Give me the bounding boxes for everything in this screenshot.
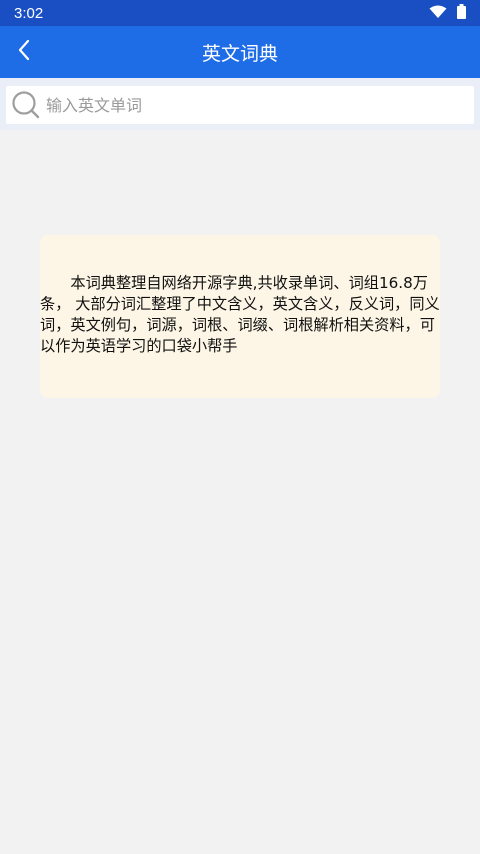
info-text: 本词典整理自网络开源字典,共收录单词、词组16.8万条， 大部分词汇整理了中文含…: [40, 274, 440, 355]
chevron-left-icon: [16, 38, 32, 66]
app-bar: 英文词典: [0, 26, 480, 78]
status-icons: [429, 3, 466, 23]
search-box[interactable]: [6, 86, 474, 124]
back-button[interactable]: [4, 32, 44, 72]
info-card: 本词典整理自网络开源字典,共收录单词、词组16.8万条， 大部分词汇整理了中文含…: [40, 235, 440, 398]
search-bar: [0, 78, 480, 130]
page-title: 英文词典: [201, 42, 278, 65]
status-bar: 3:02: [0, 0, 480, 26]
battery-icon: [457, 3, 466, 23]
search-input[interactable]: [46, 90, 456, 120]
status-time: 3:02: [14, 4, 44, 22]
search-icon: [6, 86, 46, 124]
wifi-icon: [429, 4, 447, 23]
